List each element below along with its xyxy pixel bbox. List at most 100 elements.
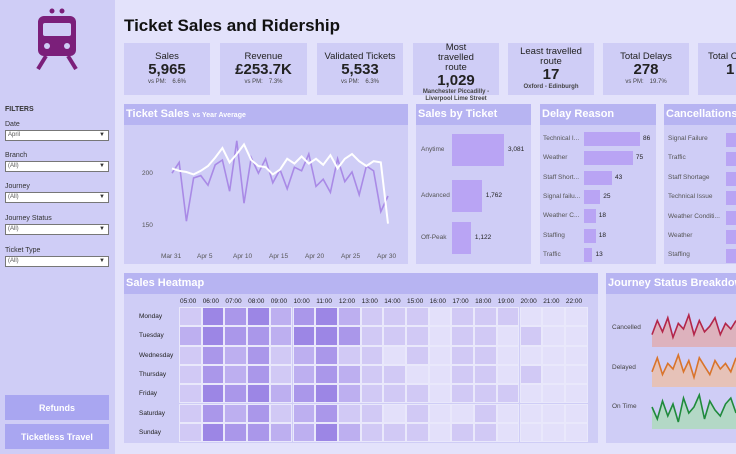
- sales-heatmap-title: Sales Heatmap: [124, 273, 598, 294]
- ticketless-travel-button[interactable]: Ticketless Travel: [5, 424, 109, 449]
- chevron-down-icon: ▼: [99, 226, 105, 232]
- sales-by-ticket-label: Advanced: [421, 192, 450, 199]
- kpi-revenue: Revenue £253.7K vs PM: 7.3%: [220, 43, 307, 95]
- heatmap-cell: [564, 364, 588, 385]
- refunds-button[interactable]: Refunds: [5, 395, 109, 420]
- heatmap-cell: [519, 364, 543, 385]
- journey-status-area: [652, 395, 736, 429]
- ticket-sales-panel: Ticket Sales vs Year Average 200 150 Mar …: [124, 104, 408, 264]
- heatmap-cell: [428, 403, 452, 423]
- heatmap-cell: [519, 345, 543, 365]
- heatmap-cell: [179, 307, 202, 327]
- heatmap-cell: [315, 422, 338, 443]
- heatmap-cell: [496, 384, 520, 404]
- heatmap-hour-label: 20:00: [520, 298, 537, 305]
- heatmap-cell: [383, 345, 406, 365]
- heatmap-cell: [201, 403, 225, 423]
- filter-journey-value: (All): [8, 194, 19, 200]
- heatmap-cell: [224, 384, 248, 404]
- heatmap-hour-label: 19:00: [497, 298, 515, 305]
- heatmap-hour-label: 09:00: [270, 298, 288, 305]
- heatmap-cell: [451, 326, 475, 346]
- heatmap-cell: [360, 384, 384, 404]
- heatmap-cell: [269, 384, 293, 404]
- heatmap-hour-label: 10:00: [293, 298, 310, 305]
- sidebar: FILTERS Date April ▼ Branch (All) ▼ Journe…: [0, 0, 115, 454]
- heatmap-cell: [451, 345, 475, 365]
- heatmap-cell: [428, 422, 452, 443]
- x-tick-label: Apr 5: [197, 253, 213, 260]
- x-tick-label: Apr 20: [305, 253, 325, 260]
- heatmap-cell: [269, 307, 293, 327]
- heatmap-hour-label: 17:00: [452, 298, 469, 305]
- ticket-sales-chart: [171, 140, 389, 224]
- heatmap-cell: [292, 422, 316, 443]
- heatmap-cell: [269, 326, 293, 346]
- delay-reason-value: 13: [595, 250, 603, 258]
- heatmap-cell: [406, 307, 429, 327]
- filter-journey-select[interactable]: (All) ▼: [5, 192, 109, 203]
- filter-journey-status-value: (All): [8, 226, 19, 232]
- heatmap-cell: [179, 345, 202, 365]
- heatmap-cell: [542, 326, 565, 346]
- heatmap-cell: [428, 307, 452, 327]
- heatmap-day-label: Friday: [139, 390, 158, 398]
- delay-reason-label: Staffing: [543, 231, 565, 239]
- filter-date-select[interactable]: April ▼: [5, 130, 109, 141]
- heatmap-cell: [451, 364, 475, 385]
- heatmap-day-label: Monday: [139, 313, 163, 320]
- heatmap-cell: [315, 307, 338, 327]
- heatmap-cell: [179, 422, 202, 443]
- heatmap-cell: [360, 307, 384, 327]
- heatmap-day-label: Tuesday: [139, 332, 164, 340]
- heatmap-cell: [269, 364, 293, 385]
- filter-label-journey: Journey: [5, 183, 30, 190]
- sales-by-ticket-value: 1,122: [474, 234, 492, 241]
- heatmap-cell: [474, 345, 497, 365]
- kpi-sub: vs PM: 19.7%: [603, 79, 689, 85]
- heatmap-cell: [179, 403, 202, 423]
- filter-branch-select[interactable]: (All) ▼: [5, 161, 109, 172]
- kpi-route-name: Oxford - Edinburgh: [523, 84, 579, 90]
- heatmap-cell: [201, 364, 225, 385]
- cancellation-reason-bar: [726, 133, 736, 147]
- chevron-down-icon: ▼: [99, 132, 105, 138]
- heatmap-cell: [474, 307, 497, 327]
- heatmap-cell: [224, 307, 248, 327]
- heatmap-hour-label: 16:00: [429, 298, 446, 305]
- filter-label-journey-status: Journey Status: [5, 215, 52, 222]
- heatmap-cell: [451, 384, 475, 404]
- kpi-value: 278: [633, 61, 659, 78]
- heatmap-cell: [542, 307, 565, 327]
- filter-ticket-type-select[interactable]: (All) ▼: [5, 256, 109, 267]
- filter-journey-status-select[interactable]: (All) ▼: [5, 224, 109, 235]
- delay-reason-bar: [584, 228, 596, 243]
- kpi-sub-label: vs PM:: [244, 79, 263, 85]
- heatmap-cell: [519, 422, 543, 443]
- delay-reason-bar: [584, 247, 593, 262]
- heatmap-cell: [383, 307, 406, 327]
- heatmap-cell: [406, 364, 429, 385]
- cancellation-reason-label: Signal Failure: [668, 135, 708, 142]
- heatmap-cell: [337, 403, 361, 423]
- heatmap-cell: [519, 326, 543, 346]
- heatmap-cell: [474, 384, 497, 404]
- heatmap-cell: [337, 326, 361, 346]
- heatmap-cell: [564, 326, 588, 346]
- cancellation-reason-label: Weather Conditi...: [668, 212, 720, 220]
- heatmap-cell: [406, 422, 429, 443]
- heatmap-cell: [315, 345, 338, 365]
- delay-reason-label: Weather C...: [543, 212, 580, 220]
- sales-by-ticket-bar: [452, 134, 504, 166]
- heatmap-day-label: Sunday: [139, 428, 162, 436]
- kpi-sub: vs PM: 6.6%: [124, 79, 210, 85]
- heatmap-cell: [360, 403, 384, 423]
- sales-by-ticket-value: 1,762: [485, 192, 503, 199]
- filter-date-value: April: [8, 132, 21, 138]
- cancellation-reason-label: Staff Shortage: [668, 173, 710, 181]
- heatmap-cell: [564, 345, 588, 365]
- sales-by-ticket-bar: [452, 180, 482, 212]
- delay-reason-bar: [584, 151, 633, 166]
- kpi-value: 17: [542, 66, 560, 83]
- heatmap-cell: [519, 384, 543, 404]
